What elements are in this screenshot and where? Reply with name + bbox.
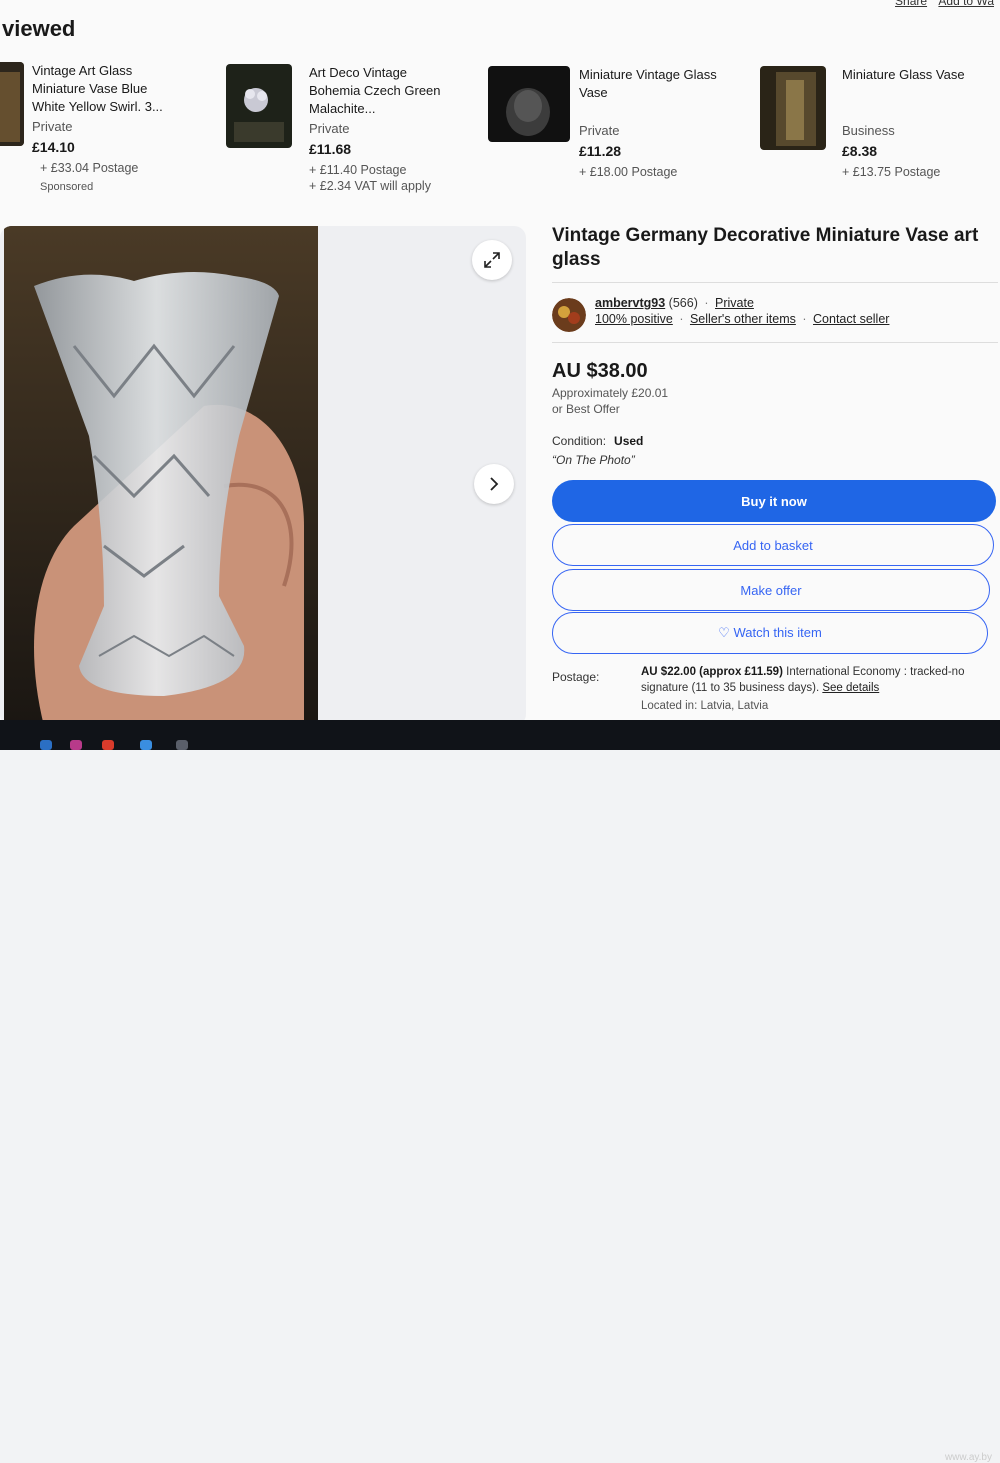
taskbar-app-icon[interactable] (70, 740, 82, 750)
seller-type: Private (579, 123, 620, 138)
item-thumbnail[interactable] (488, 66, 570, 142)
item-thumbnail[interactable] (0, 62, 24, 146)
watermark: www.ay.by (944, 1452, 992, 1463)
seller-type: Private (309, 121, 350, 136)
see-details-link[interactable]: See details (822, 682, 879, 694)
seller-type: Business (842, 123, 895, 138)
item-price: £11.68 (309, 141, 352, 157)
taskbar: www.ay.by (0, 720, 1000, 1463)
add-to-basket-button[interactable]: Add to basket (552, 524, 994, 566)
buy-it-now-button[interactable]: Buy it now (552, 480, 996, 522)
vat-note: + £2.34 VAT will apply (309, 179, 431, 193)
share-link[interactable]: Share (895, 0, 927, 8)
condition-note: “On The Photo” (552, 453, 635, 467)
best-offer-label: or Best Offer (552, 402, 620, 416)
condition-value: Used (614, 434, 644, 448)
item-title[interactable]: Vintage Art Glass Miniature Vase Blue Wh… (32, 62, 172, 116)
item-title[interactable]: Art Deco Vintage Bohemia Czech Green Mal… (309, 64, 449, 118)
item-title[interactable]: Miniature Vintage Glass Vase (579, 66, 719, 120)
seller-name-link[interactable]: ambervtg93 (595, 296, 665, 310)
top-links: Share Add to Wa (887, 0, 994, 8)
divider (552, 342, 998, 343)
postage-label: Postage: (552, 670, 600, 684)
seller-other-items-link[interactable]: Seller's other items (690, 312, 796, 326)
listing-page: Share Add to Wa viewed Vintage Art Glass… (0, 0, 1000, 726)
recently-viewed-heading: viewed (2, 16, 76, 41)
main-product-image[interactable] (4, 226, 318, 726)
item-price: £14.10 (32, 139, 75, 155)
separator-dot: · (704, 296, 709, 310)
seller-avatar[interactable] (552, 298, 586, 332)
contact-seller-link[interactable]: Contact seller (813, 312, 889, 326)
postage-price: AU $22.00 (approx £11.59) (641, 666, 783, 678)
sponsored-label: Sponsored (40, 181, 94, 193)
seller-type-link[interactable]: Private (715, 296, 754, 310)
item-location: Located in: Latvia, Latvia (641, 700, 769, 712)
item-title[interactable]: Miniature Glass Vase (842, 66, 982, 120)
approx-price: Approximately £20.01 (552, 386, 669, 400)
next-image-button[interactable] (474, 464, 514, 504)
separator-dot: · (802, 312, 807, 326)
add-to-watchlist-link[interactable]: Add to Wa (938, 0, 994, 8)
postage-info: AU $22.00 (approx £11.59) International … (641, 664, 971, 696)
item-postage: + £18.00 Postage (579, 165, 678, 179)
taskbar-app-icon[interactable] (102, 740, 114, 750)
image-gallery (0, 226, 526, 726)
item-postage: + £33.04 Postage (40, 161, 139, 175)
positive-feedback-link[interactable]: 100% positive (595, 312, 673, 326)
condition-label: Condition: (552, 434, 607, 448)
item-price: AU $38.00 (552, 360, 648, 382)
expand-image-button[interactable] (472, 240, 512, 280)
item-thumbnail[interactable] (760, 66, 826, 150)
make-offer-button[interactable]: Make offer (552, 569, 990, 611)
expand-icon (484, 252, 500, 268)
feedback-count: (566) (668, 296, 698, 310)
seller-type: Private (32, 119, 73, 134)
item-postage: + £13.75 Postage (842, 165, 941, 179)
separator-dot: · (679, 312, 684, 326)
condition: Condition: Used (552, 434, 643, 448)
item-title-heading: Vintage Germany Decorative Miniature Vas… (552, 225, 979, 270)
item-price: £11.28 (579, 143, 622, 159)
item-thumbnail[interactable] (226, 64, 292, 148)
item-postage: + £11.40 Postage (309, 163, 407, 177)
taskbar-app-icon[interactable] (140, 740, 152, 750)
taskbar-app-icon[interactable] (176, 740, 188, 750)
watch-item-button[interactable]: ♡ Watch this item (552, 612, 988, 654)
divider (552, 282, 998, 283)
item-price: £8.38 (842, 143, 878, 159)
chevron-right-icon (490, 477, 499, 491)
seller-info: ambervtg93 (566) · Private (595, 296, 754, 310)
taskbar-app-icon[interactable] (40, 740, 52, 750)
seller-links: 100% positive · Seller's other items · C… (595, 312, 889, 326)
